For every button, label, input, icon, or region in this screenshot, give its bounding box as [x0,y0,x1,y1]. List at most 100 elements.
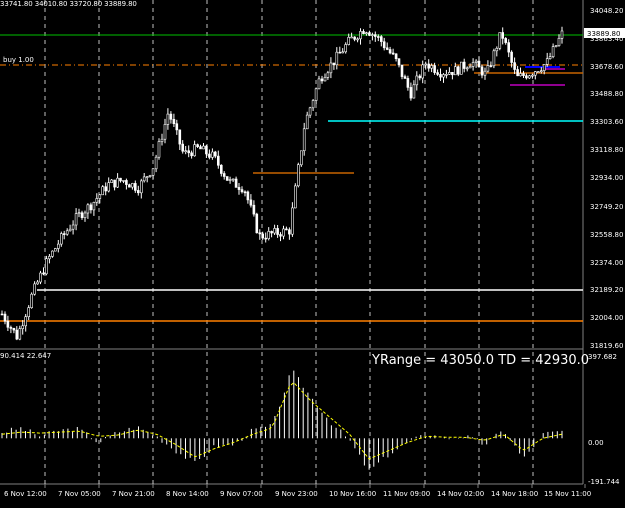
candle-body [240,189,244,193]
candle-body [270,231,273,234]
candle-body [486,65,490,72]
candle-body [258,232,262,235]
candle-body [430,65,433,69]
candle-body [157,141,161,158]
candle-body [65,230,69,235]
indicator-tick-label: 397.682 [588,353,617,361]
candle-body [62,233,66,235]
candle-body [36,281,39,285]
candle-body [255,213,259,234]
candle-body [243,191,247,194]
candle-body [531,74,534,77]
candle-body [560,30,564,39]
time-tick-label: 6 Nov 12:00 [4,490,47,498]
candle-body [190,152,193,157]
candle-body [338,51,342,54]
candle-body [477,60,481,68]
candle-body [6,320,10,328]
candle-body [421,64,425,79]
candle-body [33,283,36,295]
candle-body [74,213,78,226]
candle-body [134,183,137,191]
candle-body [418,75,422,79]
candle-body [113,179,116,188]
candle-body [551,46,555,58]
candle-body [71,224,75,230]
candle-body [329,62,333,74]
candle-body [101,186,104,196]
candle-body [542,64,546,71]
candle-body [9,327,13,329]
candle-body [519,73,522,77]
candle-body [533,71,537,76]
candle-body [148,175,152,177]
candle-body [554,45,558,47]
candle-body [178,129,182,145]
candle-body [492,50,496,67]
candle-body [125,180,128,185]
candle-body [89,204,93,211]
time-tick-label: 14 Nov 18:00 [491,490,538,498]
candle-body [302,128,306,152]
price-tick-label: 32374.00 [590,259,623,267]
candle-body [459,61,463,75]
candle-body [442,74,445,78]
candle-body [285,228,288,231]
time-tick-label: 7 Nov 05:00 [58,490,101,498]
candle-body [228,179,232,181]
price-tick-label: 33303.60 [590,118,623,126]
candle-body [288,229,291,235]
candle-body [376,36,380,38]
candle-body [314,88,318,101]
candle-body [362,31,365,34]
candle-body [166,113,170,125]
candle-body [172,119,176,125]
candle-body [53,248,57,252]
price-chart[interactable]: 34048.2033863.4033678.6033488.8033303.60… [0,0,625,504]
histogram [1,370,563,470]
candle-body [495,47,499,52]
candle-body [522,73,525,77]
candle-body [220,164,223,174]
price-tick-label: 31819.60 [590,342,623,350]
candle-body [217,155,220,166]
price-tick-label: 32934.00 [590,174,623,182]
candle-body [453,66,457,76]
candle-body [225,176,229,181]
ohlc-header: 33741.80 34010.80 33720.80 33889.80 [0,0,137,8]
candle-body [12,327,16,331]
candle-body [400,64,404,77]
candle-body [107,182,110,192]
candle-body [293,185,297,209]
candle-body [18,328,22,340]
candle-body [548,56,552,60]
candle-body [436,72,439,75]
candle-body [305,114,309,130]
candle-body [403,76,407,79]
candle-body [296,164,300,187]
price-tick-label: 33678.60 [590,63,623,71]
candle-body [388,49,392,54]
candle-body [222,173,226,177]
candle-body [347,36,351,45]
time-tick-label: 9 Nov 07:00 [220,490,263,498]
mt-chart-window[interactable]: 34048.20 33863.40 33678.60 33488.80 33303.60… [0,0,625,504]
candle-body [211,151,214,158]
candle-body [483,70,487,76]
candle-body [371,34,374,36]
candle-body [382,41,386,49]
candle-body [276,228,279,235]
candle-body [356,38,359,41]
time-tick-label: 15 Nov 11:00 [544,490,591,498]
candle-body [504,38,508,43]
candle-body [299,150,303,166]
candle-body [406,78,410,88]
candle-body [154,156,158,170]
time-tick-label: 14 Nov 02:00 [437,490,484,498]
candle-body [385,47,389,50]
candle-body [427,63,431,69]
candle-body [267,231,271,239]
candle-body [24,316,28,327]
candle-body [335,51,339,66]
candle-body [474,60,478,63]
